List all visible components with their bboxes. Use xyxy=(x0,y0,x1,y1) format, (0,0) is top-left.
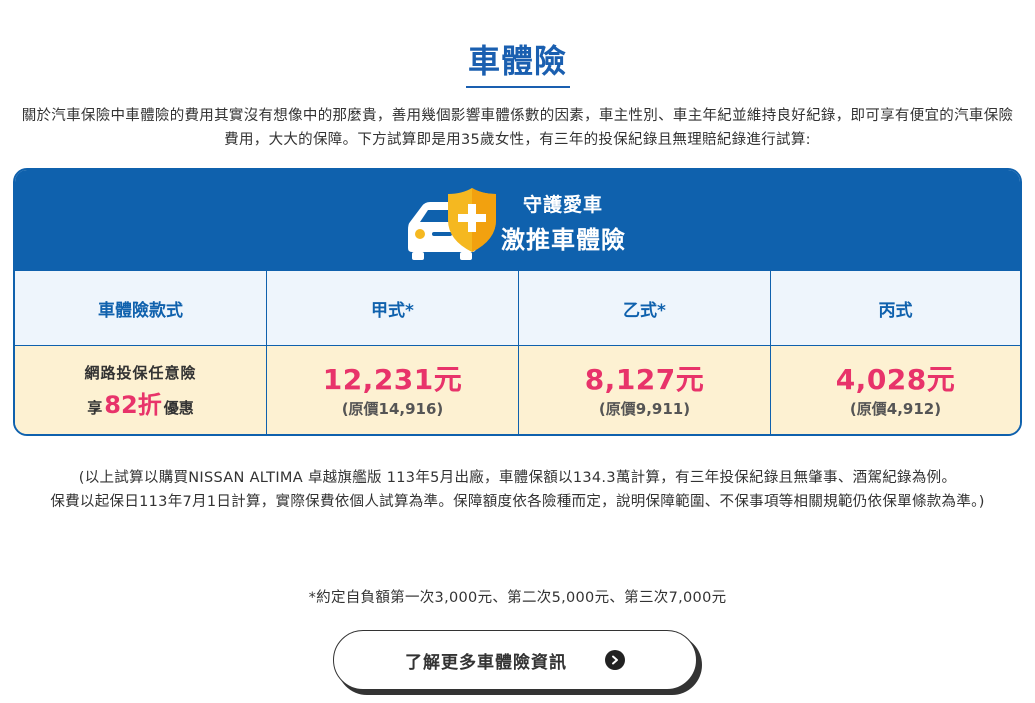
table-header-type: 車體險款式 xyxy=(15,271,267,346)
plan-b-original-price: (原價9,911) xyxy=(598,399,691,418)
plan-a-price-cell: 12,231元 (原價14,916) xyxy=(267,346,519,434)
disclaimer-line2: 保費以起保日113年7月1日計算，實際保費依個人試算為準。保障額度依各險種而定，… xyxy=(50,494,985,510)
disclaimer-notes: (以上試算以購買NISSAN ALTIMA 卓越旗艦版 113年5月出廠，車體保… xyxy=(10,466,1025,514)
plan-b-price-cell: 8,127元 (原價9,911) xyxy=(519,346,771,434)
banner-line2: 激推車體險 xyxy=(501,226,626,254)
table-header-plan-c: 丙式 xyxy=(771,271,1020,346)
plan-c-price: 4,028元 xyxy=(835,362,956,396)
plan-c-price-cell: 4,028元 (原價4,912) xyxy=(771,346,1020,434)
promo-suffix: 優惠 xyxy=(163,399,194,417)
chevron-right-circle-icon xyxy=(605,650,625,670)
car-shield-graphic xyxy=(408,188,496,260)
intro-paragraph: 關於汽車保險中車體險的費用其實沒有想像中的那麼貴，善用幾個影響車體係數的因素，車… xyxy=(21,108,1014,148)
disclaimer-line1: (以上試算以購買NISSAN ALTIMA 卓越旗艦版 113年5月出廠，車體保… xyxy=(78,470,957,486)
pricing-table: 車體險款式 甲式* 乙式* 丙式 網路投保任意險 享 82折 優惠 12,231… xyxy=(15,271,1020,434)
plan-a-price: 12,231元 xyxy=(322,362,463,396)
page-title: 車體險 xyxy=(467,42,567,80)
pricing-card: 守護愛車 激推車體險 車體險款式 甲式* 乙式* 丙式 網路投保任意險 享 82… xyxy=(13,168,1022,436)
plan-c-original-price: (原價4,912) xyxy=(849,399,942,418)
plan-b-price: 8,127元 xyxy=(584,362,705,396)
promo-discount: 82折 xyxy=(104,391,162,419)
plan-a-original-price: (原價14,916) xyxy=(341,399,444,418)
promo-cell: 網路投保任意險 享 82折 優惠 xyxy=(15,346,267,434)
table-header-plan-a: 甲式* xyxy=(267,271,519,346)
learn-more-label: 了解更多車體險資訊 xyxy=(405,652,567,673)
promo-line1: 網路投保任意險 xyxy=(84,364,197,382)
deductible-note: *約定自負額第一次3,000元、第二次5,000元、第三次7,000元 xyxy=(308,590,727,606)
learn-more-button[interactable]: 了解更多車體險資訊 xyxy=(333,630,697,690)
table-header-plan-b: 乙式* xyxy=(519,271,771,346)
banner-line1: 守護愛車 xyxy=(523,194,604,216)
title-underline xyxy=(466,86,570,88)
promo-line2: 享 82折 優惠 xyxy=(87,385,193,420)
promo-prefix: 享 xyxy=(87,399,103,417)
card-banner: 守護愛車 激推車體險 xyxy=(15,170,1020,271)
